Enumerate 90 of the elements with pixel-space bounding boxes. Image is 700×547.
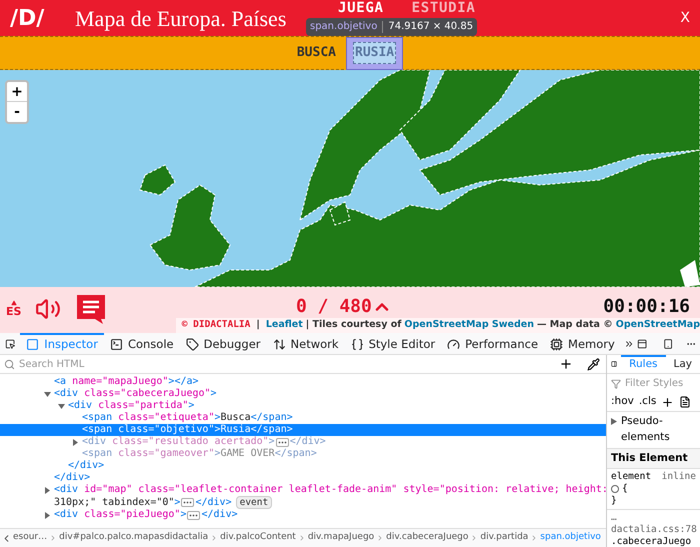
- filter-field[interactable]: Filter Styles: [625, 376, 695, 391]
- breadcrumb[interactable]: div#palco.palco.mapasdidactalia: [59, 531, 208, 545]
- element-picker-icon[interactable]: [5, 336, 16, 350]
- zoom-out-button[interactable]: -: [7, 102, 27, 122]
- rule-target-icon[interactable]: [611, 485, 619, 494]
- devtools-tab[interactable]: Style Editor: [344, 333, 442, 354]
- osm-link[interactable]: OpenStreetMap: [616, 318, 700, 333]
- devtools-tab[interactable]: Performance: [441, 333, 544, 354]
- console-icon: [110, 338, 123, 351]
- tooltip-selector: span.objetivo: [310, 20, 378, 34]
- devtools-tab[interactable]: Console: [104, 333, 180, 354]
- language-selector[interactable]: ES: [6, 300, 22, 318]
- ellipsis-icon[interactable]: [187, 510, 200, 520]
- logo[interactable]: /D/: [10, 2, 65, 34]
- osm-sweden-link[interactable]: OpenStreetMap Sweden: [404, 318, 534, 333]
- timer: 00:00:16: [603, 295, 690, 319]
- search-icon: [4, 358, 15, 370]
- arrows-icon: [272, 338, 286, 351]
- zoom-in-button[interactable]: +: [7, 82, 27, 102]
- attribution-text: — Map data ©: [537, 318, 613, 332]
- html-node[interactable]: <div id="map" class="leaflet-container leaflet-fade-anim" style="position: relative; height:: [54, 484, 606, 496]
- devtools-tab[interactable]: Debugger: [180, 333, 267, 354]
- html-closing-tag: </div>: [201, 509, 238, 521]
- hov-button[interactable]: :hov: [611, 394, 634, 410]
- breadcrumb[interactable]: div.palcoContent: [220, 531, 296, 545]
- chip-icon: [550, 338, 564, 351]
- dock-icon[interactable]: [637, 336, 648, 350]
- add-rule-icon[interactable]: [661, 396, 674, 408]
- ellipsis-icon[interactable]: [181, 498, 194, 507]
- html-closing-tag: </div>: [54, 472, 90, 483]
- html-node-continued[interactable]: 310px;" tabindex="0">: [54, 496, 180, 508]
- html-node[interactable]: <a name="mapaJuego"></a>: [54, 376, 199, 388]
- html-node[interactable]: <div class="pieJuego">: [54, 509, 186, 521]
- open-brace: {: [622, 483, 628, 496]
- rule-source[interactable]: inline: [662, 471, 696, 484]
- html-node[interactable]: <div class="partida">: [68, 400, 194, 412]
- rule-selector: .cabeceraJuego: [611, 536, 692, 547]
- breadcrumb[interactable]: div.cabeceraJuego: [386, 531, 468, 545]
- square-icon: [26, 338, 40, 351]
- cls-button[interactable]: .cls: [638, 394, 656, 410]
- search-field[interactable]: Search HTML: [19, 356, 551, 372]
- sound-icon[interactable]: [35, 296, 62, 322]
- expand-triangle-icon[interactable]: [44, 487, 51, 494]
- stylesheet-link[interactable]: …dactalia.css:78: [611, 512, 696, 536]
- tooltip-size: 74.9167 × 40.85: [388, 20, 474, 34]
- breadcrumb[interactable]: span.objetivo: [540, 531, 601, 545]
- breadcrumb[interactable]: esour…: [13, 531, 48, 545]
- page-title: Mapa de Europa. Países: [75, 4, 286, 33]
- braces-icon: [350, 338, 364, 351]
- triangle-icon: [10, 300, 17, 306]
- section-heading: This Element: [607, 448, 700, 470]
- search-label: BUSCA: [296, 44, 336, 62]
- leaflet-link[interactable]: Leaflet: [266, 318, 303, 333]
- breadcrumb[interactable]: div.partida: [480, 531, 528, 545]
- html-node[interactable]: <span class="etiqueta">Busca</span>: [82, 412, 293, 424]
- collapse-triangle-icon[interactable]: [44, 391, 51, 398]
- attribution-text: | Tiles courtesy of: [306, 318, 402, 332]
- devtools-tab[interactable]: Network: [266, 333, 345, 354]
- pseudo-elements-toggle[interactable]: Pseudo-elements: [621, 414, 691, 446]
- expand-triangle-icon[interactable]: [611, 418, 617, 425]
- collapse-triangle-icon[interactable]: [58, 403, 65, 410]
- filter-icon: [611, 378, 621, 388]
- html-node[interactable]: <div class="cabeceraJuego">: [54, 388, 217, 400]
- nav-link[interactable]: JUEGA: [338, 0, 384, 16]
- tag-icon: [186, 338, 199, 351]
- html-closing-tag: </div>: [68, 460, 104, 471]
- expand-triangle-icon[interactable]: [72, 439, 79, 446]
- devtools-tab[interactable]: Memory: [544, 333, 621, 354]
- rule-selector: element: [611, 471, 652, 484]
- html-closing-tag: </div>: [195, 496, 232, 508]
- brand-credit: © DIDACTALIA: [182, 318, 250, 332]
- add-node-icon[interactable]: [559, 357, 573, 371]
- score: 0 / 480: [296, 295, 372, 319]
- separator: |: [256, 318, 260, 332]
- expand-triangle-icon[interactable]: [44, 512, 51, 519]
- ellipsis-icon[interactable]: [276, 438, 289, 446]
- html-closing-tag: </div>: [290, 436, 326, 448]
- responsive-icon[interactable]: [663, 336, 674, 350]
- event-badge[interactable]: event: [236, 496, 272, 509]
- sidebar-tab[interactable]: Lay: [666, 355, 700, 373]
- document-icon[interactable]: [679, 396, 692, 408]
- breadcrumb[interactable]: div.mapaJuego: [308, 531, 374, 545]
- close-button[interactable]: X: [680, 8, 690, 28]
- sidebar-tab[interactable]: Rules: [621, 355, 666, 373]
- html-node[interactable]: <span class="gameover">GAME OVER</span>: [82, 448, 317, 460]
- eyedropper-icon[interactable]: [587, 358, 600, 370]
- gauge-icon: [447, 338, 460, 351]
- close-brace: }: [611, 495, 617, 506]
- target-country: RUSIA: [353, 42, 396, 64]
- message-icon[interactable]: [75, 293, 108, 325]
